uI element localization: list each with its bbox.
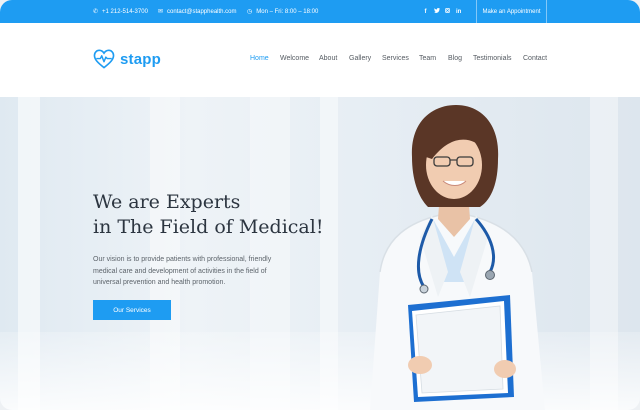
opening-hours: ◷ Mon – Fri: 8:00 – 18:00 (247, 0, 318, 23)
phone-number: +1 212-514-3700 (102, 8, 148, 15)
nav-about[interactable]: About (319, 55, 337, 62)
hero-description: Our vision is to provide patients with p… (93, 256, 272, 286)
site-header: stapp Home Welcome About Gallery Service… (0, 23, 640, 97)
email-address: contact@stapphealth.com (167, 8, 237, 15)
heart-pulse-icon (93, 49, 115, 69)
hero-headline-line-2: in The Field of Medical! (93, 216, 324, 238)
clock-icon: ◷ (247, 9, 253, 15)
nav-testimonials[interactable]: Testimonials (473, 55, 512, 62)
social-links: f in (423, 0, 461, 23)
hero-section: We are Experts in The Field of Medical! … (0, 97, 640, 410)
linkedin-icon[interactable]: in (456, 9, 461, 15)
phone-contact[interactable]: ✆ +1 212-514-3700 (93, 0, 148, 23)
nav-blog[interactable]: Blog (448, 55, 462, 62)
doctor-image (370, 105, 545, 410)
page-frame: ✆ +1 212-514-3700 ✉ contact@stapphealth.… (0, 0, 640, 410)
facebook-icon[interactable]: f (423, 9, 428, 15)
twitter-icon[interactable] (434, 8, 440, 15)
logo[interactable]: stapp (93, 48, 161, 70)
top-bar: ✆ +1 212-514-3700 ✉ contact@stapphealth.… (0, 0, 640, 23)
brand-name: stapp (120, 50, 162, 68)
nav-home[interactable]: Home (250, 55, 269, 62)
hero-headline-line-1: We are Experts (93, 191, 241, 213)
nav-gallery[interactable]: Gallery (349, 55, 371, 62)
phone-icon: ✆ (93, 9, 99, 15)
nav-welcome[interactable]: Welcome (280, 55, 309, 62)
envelope-icon: ✉ (158, 9, 164, 15)
nav-team[interactable]: Team (419, 55, 436, 62)
nav-services[interactable]: Services (382, 55, 409, 62)
email-contact[interactable]: ✉ contact@stapphealth.com (158, 0, 237, 23)
instagram-icon[interactable] (445, 8, 450, 15)
make-appointment-button[interactable]: Make an Appointment (476, 0, 547, 23)
nav-contact[interactable]: Contact (523, 55, 547, 62)
hours-text: Mon – Fri: 8:00 – 18:00 (256, 8, 319, 15)
our-services-button[interactable]: Our Services (93, 300, 171, 320)
